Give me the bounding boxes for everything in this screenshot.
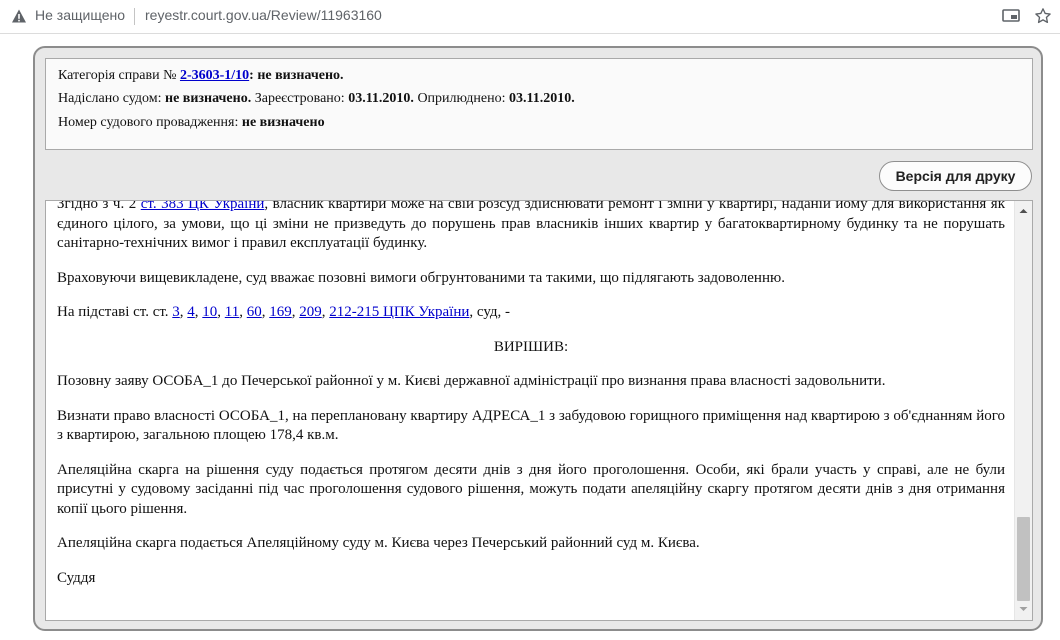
published-label: Оприлюднено: [413,91,509,106]
address-bar[interactable]: Не защищено reyestr.court.gov.ua/Review/… [0,0,1060,34]
proceeding-number-line: Номер судового провадження: не визначено [58,115,325,131]
case-info-box: Категорія справи № 2-3603-1/10: не визна… [45,58,1033,150]
print-version-button[interactable]: Версія для друку [879,161,1032,191]
document-content: Згідно з ч. 2 ст. 383 ЦК України, власни… [57,200,1005,603]
category-value: : не визначено. [249,68,344,83]
law-link[interactable]: 4 [187,304,195,320]
case-dates-line: Надіслано судом: не визначено. Зареєстро… [58,91,575,107]
url-text[interactable]: reyestr.court.gov.ua/Review/11963160 [145,7,382,23]
scroll-up-arrow-icon[interactable] [1015,205,1032,217]
law-link[interactable]: 3 [172,304,180,320]
warning-icon[interactable] [11,8,27,24]
category-label: Категорія справи № [58,68,180,83]
law-link[interactable]: 11 [225,304,239,320]
law-link[interactable]: 10 [202,304,217,320]
law-link[interactable]: 212-215 ЦПК України [329,304,469,320]
scroll-thumb[interactable] [1017,517,1030,601]
decision-heading: ВИРІШИВ: [493,338,569,355]
doc-paragraph: Враховуючи вищевикладене, суд вважає поз… [57,269,785,286]
published-date: 03.11.2010. [508,91,575,106]
law-link[interactable]: 209 [299,304,322,320]
doc-paragraph: Згідно з ч. 2 ст. 383 ЦК України, власни… [57,200,1005,254]
law-link-cc-383[interactable]: ст. 383 ЦК України [141,201,265,212]
bookmark-star-icon[interactable] [1034,7,1052,25]
security-status[interactable]: Не защищено [35,7,125,23]
case-category-line: Категорія справи № 2-3603-1/10: не визна… [58,68,344,84]
paragraph-text: Згідно з ч. 2 [57,200,141,212]
address-divider [134,8,135,25]
doc-paragraph: Апеляційна скарга подається Апеляційному… [57,535,700,551]
cast-icon[interactable] [1002,8,1020,24]
law-link[interactable]: 169 [269,304,292,320]
judge-signature: Суддя [57,569,96,586]
doc-paragraph: Апеляційна скарга на рішення суду подаєт… [57,461,1005,517]
registered-date: 03.11.2010. [348,91,414,106]
proceeding-label: Номер судового провадження: [58,115,242,130]
case-number-link[interactable]: 2-3603-1/10 [180,68,249,83]
sent-value: не визначено. [165,91,252,106]
legal-basis-paragraph: На підставі ст. ст. 3, 4, 10, 11, 60, 16… [57,304,511,320]
doc-paragraph: Визнати право власності ОСОБА_1, на пере… [57,407,1005,444]
paragraph-text: На підставі ст. ст. [57,304,173,320]
document-scrollbar[interactable] [1014,201,1032,620]
registered-label: Зареєстровано: [251,91,349,106]
sent-label: Надіслано судом: [58,91,165,106]
proceeding-value: не визначено [241,115,325,130]
paragraph-text: , суд, - [469,304,511,320]
scroll-down-arrow-icon[interactable] [1015,603,1032,615]
law-link[interactable]: 60 [247,304,262,320]
doc-paragraph: Позовну заяву ОСОБА_1 до Печерської райо… [57,373,886,389]
document-text-area[interactable]: Згідно з ч. 2 ст. 383 ЦК України, власни… [45,200,1033,621]
